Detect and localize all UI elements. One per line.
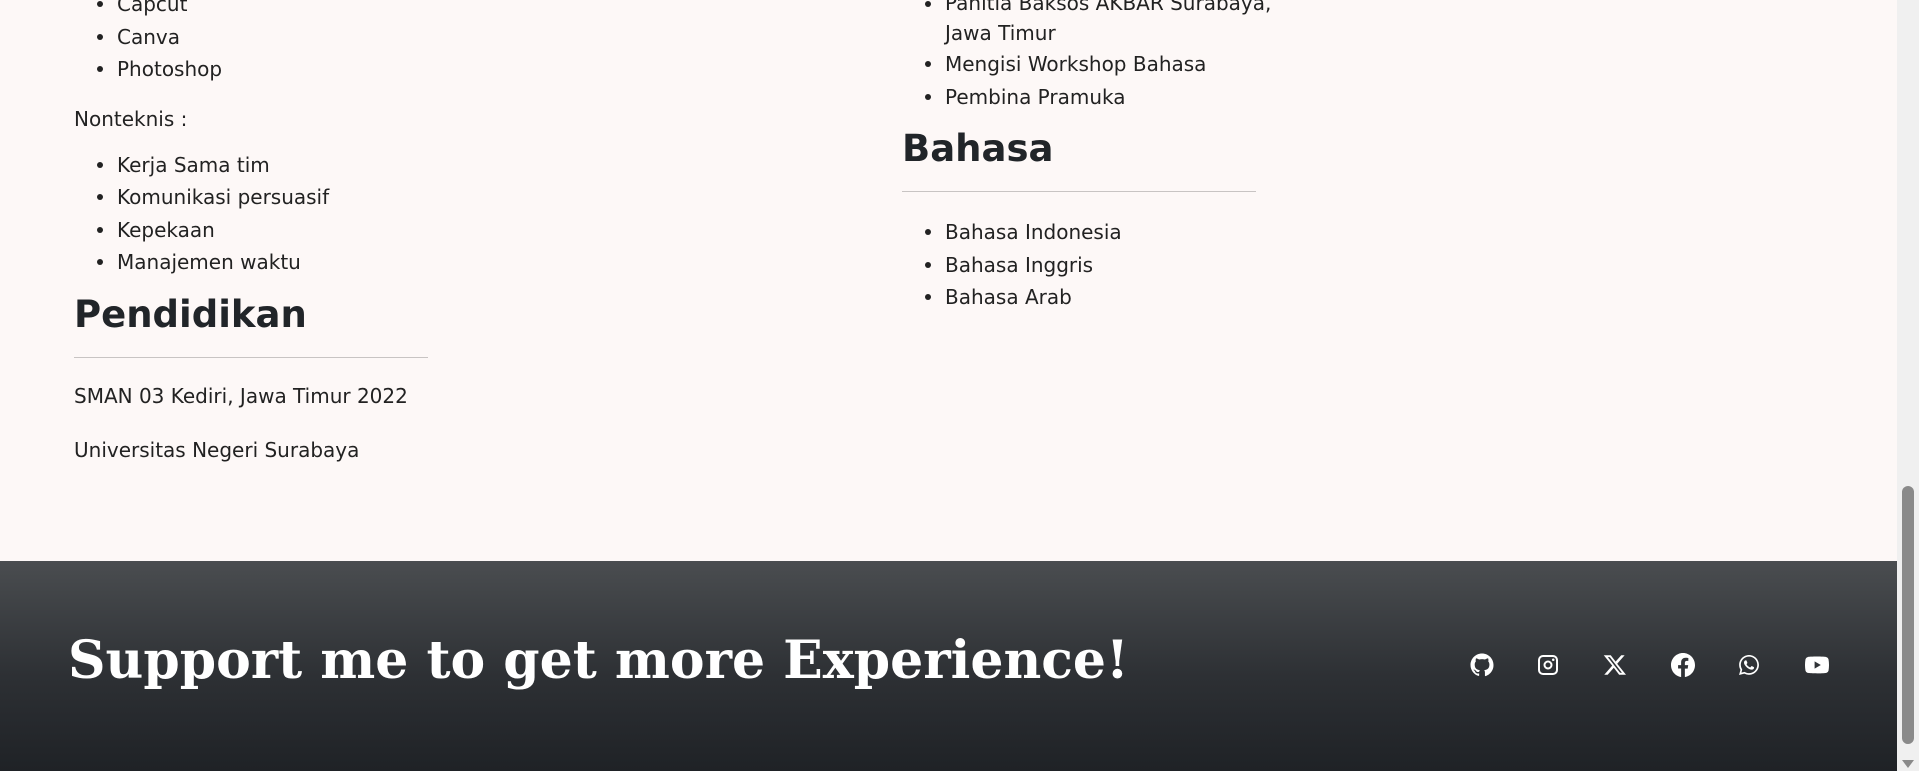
education-item: SMAN 03 Kediri, Jawa Timur 2022 (74, 383, 408, 408)
list-item: Capcut (97, 0, 774, 21)
page: Capcut Canva Photoshop Nonteknis : Kerja… (0, 0, 1897, 771)
resume-content: Capcut Canva Photoshop Nonteknis : Kerja… (0, 0, 1897, 561)
list-item: Komunikasi persuasif (97, 181, 774, 214)
scroll-down-arrow-icon[interactable] (1902, 760, 1914, 768)
list-item: Pembina Pramuka (925, 81, 1602, 114)
whatsapp-icon[interactable] (1735, 651, 1763, 679)
list-item: Kepekaan (97, 214, 774, 247)
instagram-icon[interactable] (1534, 651, 1562, 679)
footer-title: Support me to get more Experience! (68, 630, 1129, 691)
footer: Support me to get more Experience! (0, 561, 1897, 771)
language-heading: Bahasa (902, 127, 1054, 170)
education-heading: Pendidikan (74, 292, 307, 336)
education-divider (74, 356, 428, 358)
list-item-line: Jawa Timur (945, 21, 1056, 45)
github-icon[interactable] (1468, 651, 1496, 679)
page-scrollbar[interactable] (1897, 0, 1919, 771)
list-item: Bahasa Arab (925, 281, 1602, 314)
list-item: Photoshop (97, 53, 774, 86)
language-divider (902, 191, 1256, 192)
youtube-icon[interactable] (1803, 651, 1831, 679)
list-item: Manajemen waktu (97, 246, 774, 279)
facebook-icon[interactable] (1669, 651, 1697, 679)
scrollbar-thumb[interactable] (1902, 486, 1914, 744)
x-twitter-icon[interactable] (1601, 651, 1629, 679)
technical-skills-list: Capcut Canva Photoshop (74, 0, 774, 86)
education-item: Universitas Negeri Surabaya (74, 437, 360, 462)
right-column: Panitia Baksos AKBAR Surabaya, Jawa Timur… (902, 0, 1602, 314)
list-item: Mengisi Workshop Bahasa (925, 48, 1602, 81)
list-item-line: Panitia Baksos AKBAR Surabaya, (945, 0, 1272, 15)
list-item: Panitia Baksos AKBAR Surabaya, Jawa Timur (925, 0, 1602, 48)
left-column: Capcut Canva Photoshop Nonteknis : Kerja… (74, 0, 774, 466)
list-item: Canva (97, 21, 774, 54)
nontechnical-label: Nonteknis : (74, 106, 188, 131)
list-item: Bahasa Indonesia (925, 216, 1602, 249)
experience-list: Panitia Baksos AKBAR Surabaya, Jawa Timur… (902, 0, 1602, 113)
list-item: Bahasa Inggris (925, 249, 1602, 282)
list-item: Kerja Sama tim (97, 149, 774, 182)
nontechnical-skills-list: Kerja Sama tim Komunikasi persuasif Kepe… (74, 149, 774, 279)
language-list: Bahasa Indonesia Bahasa Inggris Bahasa A… (902, 216, 1602, 314)
